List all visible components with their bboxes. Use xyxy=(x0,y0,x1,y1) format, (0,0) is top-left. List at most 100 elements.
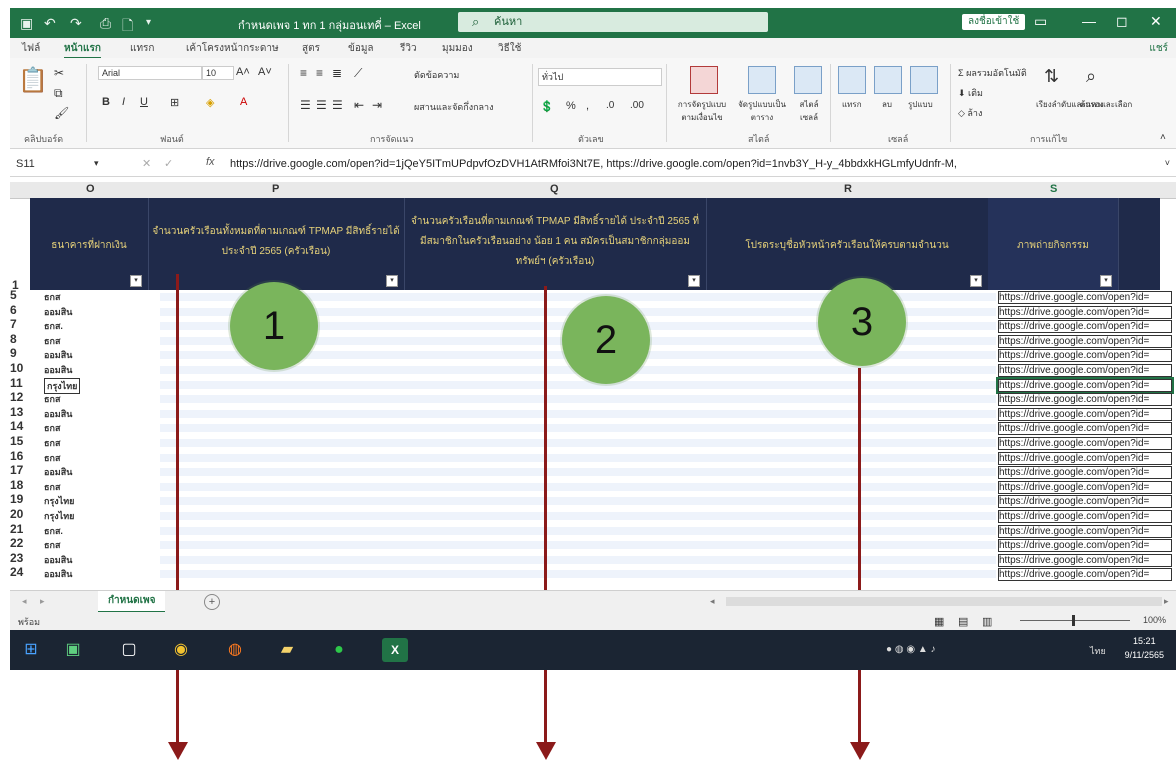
cell-styles-icon[interactable] xyxy=(794,66,822,94)
row-header[interactable]: 11 xyxy=(10,376,32,390)
column-header-o[interactable]: O xyxy=(86,183,95,195)
bank-cell[interactable]: ธกส xyxy=(44,421,60,435)
bold-button[interactable]: B xyxy=(102,96,110,108)
empty-row-cells[interactable] xyxy=(160,409,996,418)
zoom-level[interactable]: 100% xyxy=(1143,615,1166,625)
close-icon[interactable]: ✕ xyxy=(1150,13,1162,30)
empty-row-cells[interactable] xyxy=(160,395,996,404)
tab-insert[interactable]: แทรก xyxy=(130,41,154,56)
photo-link-cell[interactable]: https://drive.google.com/open?id= xyxy=(998,480,1172,494)
sort-filter-icon[interactable]: ⇅ xyxy=(1044,66,1059,87)
delete-cells-icon[interactable] xyxy=(874,66,902,94)
bank-cell[interactable]: ออมสิน xyxy=(44,567,72,581)
font-color-icon[interactable]: A xyxy=(240,96,247,108)
copy-icon[interactable]: ⧉ xyxy=(54,86,63,101)
expand-formula-icon[interactable]: ˅ xyxy=(1165,158,1170,168)
tab-view[interactable]: มุมมอง xyxy=(442,41,473,56)
bank-cell[interactable]: ธกส xyxy=(44,392,60,406)
bank-cell[interactable]: ธกส. xyxy=(44,319,63,333)
tab-page-layout[interactable]: เค้าโครงหน้ากระดาษ xyxy=(186,41,279,56)
row-header[interactable]: 15 xyxy=(10,434,32,448)
empty-row-cells[interactable] xyxy=(160,380,996,389)
align-bottom-icon[interactable]: ≣ xyxy=(332,66,342,80)
collapse-ribbon-icon[interactable]: ˄ xyxy=(1160,132,1166,143)
photo-link-cell[interactable]: https://drive.google.com/open?id= xyxy=(998,553,1172,567)
format-painter-icon[interactable]: 🖌 xyxy=(54,106,69,120)
empty-row-cells[interactable] xyxy=(160,424,996,433)
photo-link-cell[interactable]: https://drive.google.com/open?id= xyxy=(998,568,1172,582)
currency-icon[interactable]: 💲 xyxy=(540,100,554,113)
photo-link-cell[interactable]: https://drive.google.com/open?id= xyxy=(998,495,1172,509)
sheet-tab-active[interactable]: กำหนดเพจ xyxy=(98,591,166,613)
bank-cell[interactable]: ออมสิน xyxy=(44,363,72,377)
tab-review[interactable]: รีวิว xyxy=(400,41,417,56)
tab-data[interactable]: ข้อมูล xyxy=(348,41,374,56)
zoom-slider[interactable] xyxy=(1020,620,1130,621)
zoom-slider-thumb[interactable] xyxy=(1072,615,1075,626)
name-box[interactable]: S11 xyxy=(16,156,88,172)
row-header[interactable]: 13 xyxy=(10,405,32,419)
next-sheet-icon[interactable]: ▸ xyxy=(40,596,45,607)
add-sheet-icon[interactable]: + xyxy=(204,594,220,610)
horizontal-scrollbar[interactable] xyxy=(726,597,1162,606)
column-header-q[interactable]: Q xyxy=(550,183,559,195)
number-format-select[interactable]: ทั่วไป xyxy=(538,68,662,86)
undo-icon[interactable]: ↶ xyxy=(44,15,56,32)
insert-cells-button[interactable]: แทรก xyxy=(842,98,862,111)
photo-link-cell[interactable]: https://drive.google.com/open?id= xyxy=(996,376,1174,394)
bank-cell[interactable]: ธกส xyxy=(44,334,60,348)
format-table-icon[interactable] xyxy=(748,66,776,94)
column-header-r[interactable]: R xyxy=(844,183,852,195)
merge-center-button[interactable]: ผสานและจัดกึ่งกลาง xyxy=(414,100,494,114)
fill-color-icon[interactable]: ◈ xyxy=(206,96,214,109)
font-size-select[interactable]: 10 xyxy=(202,66,234,80)
empty-row-cells[interactable] xyxy=(160,526,996,535)
filter-dropdown-icon[interactable]: ▾ xyxy=(386,275,398,287)
decrease-font-icon[interactable]: A˅ xyxy=(258,66,272,78)
insert-cells-icon[interactable] xyxy=(838,66,866,94)
bank-cell[interactable]: กรุงไทย xyxy=(44,494,74,508)
bank-cell[interactable]: ธกส xyxy=(44,436,60,450)
bank-cell[interactable]: ออมสิน xyxy=(44,465,72,479)
wrap-text-button[interactable]: ตัดข้อความ xyxy=(414,68,459,82)
empty-row-cells[interactable] xyxy=(160,541,996,550)
photo-link-cell[interactable]: https://drive.google.com/open?id= xyxy=(998,466,1172,480)
format-cells-icon[interactable] xyxy=(910,66,938,94)
row-header[interactable]: 5 xyxy=(10,288,32,302)
photo-link-cell[interactable]: https://drive.google.com/open?id= xyxy=(998,393,1172,407)
row-header[interactable]: 18 xyxy=(10,478,32,492)
cut-icon[interactable]: ✂ xyxy=(54,66,64,80)
new-file-icon[interactable]: 🗋 xyxy=(122,15,133,39)
file-explorer-icon[interactable]: ▰ xyxy=(274,638,300,662)
bank-cell[interactable]: ออมสิน xyxy=(44,348,72,362)
row-header[interactable]: 24 xyxy=(10,565,32,579)
bank-cell[interactable]: กรุงไทย xyxy=(44,509,74,523)
prev-sheet-icon[interactable]: ◂ xyxy=(22,596,27,607)
row-header[interactable]: 23 xyxy=(10,551,32,565)
empty-row-cells[interactable] xyxy=(160,570,996,579)
empty-row-cells[interactable] xyxy=(160,468,996,477)
chrome-icon[interactable]: ◉ xyxy=(168,638,194,662)
autosum-button[interactable]: Σ ผลรวมอัตโนมัติ xyxy=(958,66,1027,80)
bank-cell[interactable]: ออมสิน xyxy=(44,407,72,421)
tab-formulas[interactable]: สูตร xyxy=(302,41,320,56)
save-icon[interactable]: ▣ xyxy=(20,15,33,32)
row-header[interactable]: 14 xyxy=(10,419,32,433)
bank-cell[interactable]: ออมสิน xyxy=(44,305,72,319)
italic-button[interactable]: I xyxy=(122,96,125,108)
outdent-icon[interactable]: ⇥ xyxy=(372,98,382,112)
row-header[interactable]: 17 xyxy=(10,463,32,477)
borders-icon[interactable]: ⊞ xyxy=(170,96,179,109)
cancel-entry-icon[interactable]: ✕ xyxy=(142,157,151,170)
header-cell-r[interactable]: โปรดระบุชื่อหัวหน้าครัวเรือนให้ครบตามจำน… xyxy=(706,198,989,290)
conditional-format-icon[interactable] xyxy=(690,66,718,94)
empty-row-cells[interactable] xyxy=(160,439,996,447)
indent-icon[interactable]: ⇤ xyxy=(354,98,364,112)
confirm-entry-icon[interactable]: ✓ xyxy=(164,157,173,170)
print-preview-icon[interactable]: ⎙ xyxy=(100,15,111,32)
insert-function-button[interactable]: fx xyxy=(206,156,215,168)
comma-icon[interactable]: , xyxy=(586,100,589,112)
photo-link-cell[interactable]: https://drive.google.com/open?id= xyxy=(998,291,1172,304)
underline-button[interactable]: U xyxy=(140,96,148,108)
delete-cells-button[interactable]: ลบ xyxy=(882,98,892,111)
